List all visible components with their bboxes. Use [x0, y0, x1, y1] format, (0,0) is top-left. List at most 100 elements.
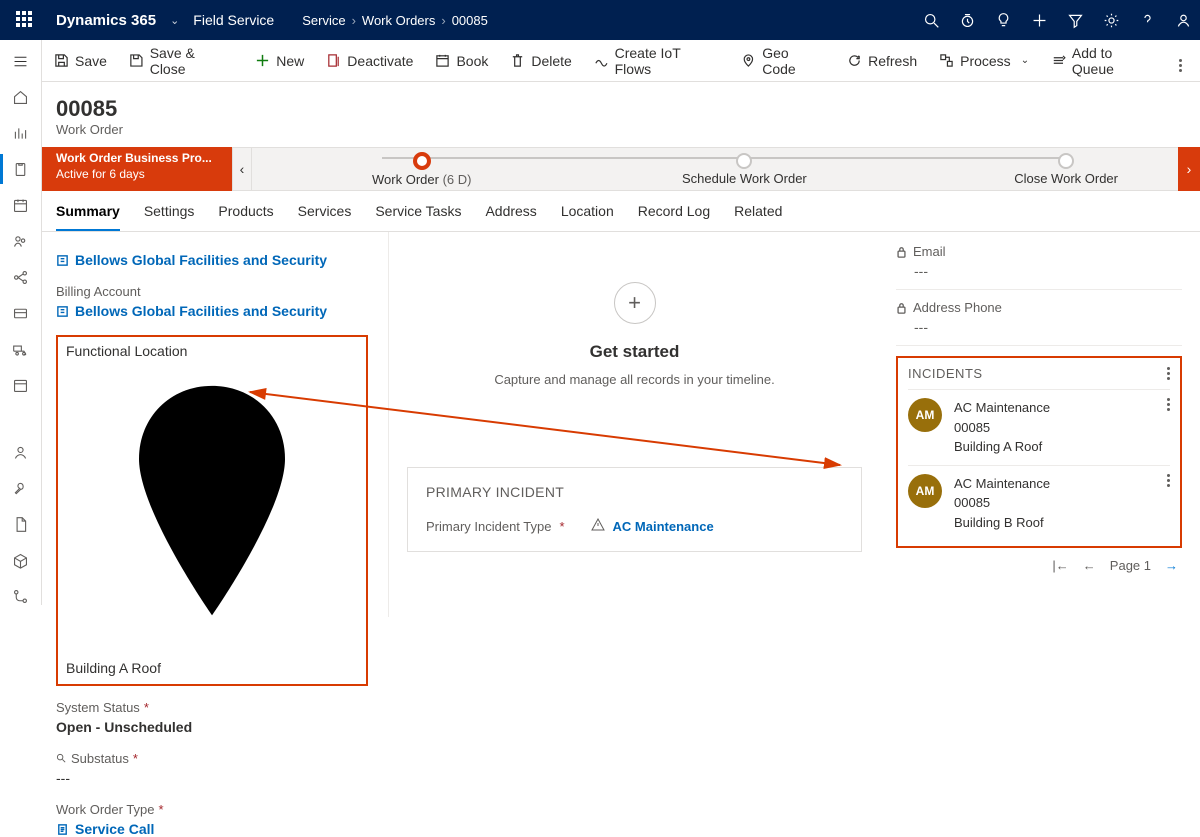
tab-summary[interactable]: Summary	[56, 203, 120, 231]
system-status-value[interactable]: Open - Unscheduled	[56, 715, 368, 735]
command-bar: Save Save & Close New Deactivate Book De…	[0, 40, 1200, 82]
tab-related[interactable]: Related	[734, 203, 782, 231]
user-icon[interactable]	[12, 443, 30, 461]
pager-next-button[interactable]: →	[1165, 558, 1178, 573]
pager-first-button[interactable]: |←	[1052, 558, 1068, 573]
save-close-button[interactable]: Save & Close	[129, 45, 233, 77]
incidents-heading: INCIDENTS	[908, 366, 983, 381]
network-icon[interactable]	[12, 268, 30, 286]
incidents-more-button[interactable]	[1167, 367, 1170, 380]
route-icon[interactable]	[12, 587, 30, 605]
timeline-column: + Get started Capture and manage all rec…	[389, 232, 880, 617]
bpf-collapse-button[interactable]: ‹	[232, 147, 252, 191]
help-icon[interactable]	[1138, 11, 1156, 29]
queue-button[interactable]: Add to Queue	[1051, 45, 1157, 77]
home-icon[interactable]	[12, 88, 30, 106]
tab-record-log[interactable]: Record Log	[638, 203, 710, 231]
service-account-link[interactable]: Bellows Global Facilities and Security	[56, 248, 368, 268]
tab-services[interactable]: Services	[298, 203, 352, 231]
bpf-expand-button[interactable]: ›	[1178, 147, 1200, 191]
primary-incident-section: PRIMARY INCIDENT Primary Incident Type *…	[407, 467, 862, 552]
deactivate-button[interactable]: Deactivate	[326, 53, 413, 69]
incident-row[interactable]: AM AC Maintenance 00085 Building B Roof	[908, 465, 1170, 541]
primary-incident-type-link[interactable]: AC Maintenance	[613, 519, 714, 534]
incident-row[interactable]: AM AC Maintenance 00085 Building A Roof	[908, 389, 1170, 465]
truck-icon[interactable]	[12, 340, 30, 358]
geocode-button[interactable]: Geo Code	[741, 45, 825, 77]
clipboard-icon[interactable]	[12, 160, 30, 178]
primary-incident-heading: PRIMARY INCIDENT	[426, 484, 843, 500]
timer-icon[interactable]	[958, 11, 976, 29]
save-button[interactable]: Save	[54, 53, 107, 69]
incidents-panel: INCIDENTS AM AC Maintenance 00085 Buildi…	[896, 356, 1182, 548]
schedule-icon[interactable]	[12, 376, 30, 394]
form-tabs: Summary Settings Products Services Servi…	[0, 191, 1200, 232]
incident-more-button[interactable]	[1167, 398, 1170, 411]
work-order-type-link[interactable]: Service Call	[56, 817, 368, 837]
process-button[interactable]: Process⌄	[939, 53, 1029, 69]
record-header: 00085 Work Order	[0, 82, 1200, 147]
bpf-stage-close[interactable]: Close Work Order	[1014, 153, 1118, 186]
box-icon[interactable]	[12, 551, 30, 569]
sitemap-rail	[0, 40, 42, 605]
iot-button[interactable]: Create IoT Flows	[594, 45, 720, 77]
avatar: AM	[908, 474, 942, 508]
email-value: ---	[896, 259, 1182, 290]
breadcrumb-item[interactable]: 00085	[452, 13, 488, 28]
chevron-down-icon[interactable]: ⌄	[170, 14, 179, 27]
more-commands-button[interactable]	[1179, 49, 1182, 72]
summary-left-column: Bellows Global Facilities and Security B…	[42, 232, 389, 617]
tab-address[interactable]: Address	[485, 203, 536, 231]
substatus-value[interactable]: ---	[56, 766, 368, 786]
email-label: Email	[896, 244, 1182, 259]
work-order-type-label: Work Order Type*	[56, 802, 368, 817]
pager: |← ← Page 1 →	[896, 548, 1182, 573]
calendar-icon[interactable]	[12, 196, 30, 214]
bpf-stage-work-order[interactable]: Work Order (6 D)	[372, 152, 471, 187]
tab-products[interactable]: Products	[218, 203, 273, 231]
book-button[interactable]: Book	[435, 53, 488, 69]
gear-icon[interactable]	[1102, 11, 1120, 29]
tab-location[interactable]: Location	[561, 203, 614, 231]
bpf-stage-schedule[interactable]: Schedule Work Order	[682, 153, 807, 186]
avatar: AM	[908, 398, 942, 432]
breadcrumb-item[interactable]: Service	[302, 13, 345, 28]
breadcrumb: Service › Work Orders › 00085	[302, 13, 488, 28]
brand-label[interactable]: Dynamics 365	[56, 12, 156, 29]
warning-icon	[591, 518, 605, 535]
delete-button[interactable]: Delete	[510, 53, 571, 69]
functional-location-highlight: Functional Location Building A Roof	[56, 335, 368, 686]
lightbulb-icon[interactable]	[994, 11, 1012, 29]
bpf-flag[interactable]: Work Order Business Pro... Active for 6 …	[42, 147, 232, 191]
record-title: 00085	[56, 96, 1200, 122]
filter-icon[interactable]	[1066, 11, 1084, 29]
card-icon[interactable]	[12, 304, 30, 322]
search-icon[interactable]	[922, 11, 940, 29]
functional-location-label: Functional Location	[66, 343, 358, 359]
breadcrumb-item[interactable]: Work Orders	[362, 13, 435, 28]
primary-incident-type-label: Primary Incident Type	[426, 519, 551, 534]
pager-prev-button[interactable]: ←	[1083, 558, 1096, 573]
substatus-label: Substatus*	[56, 751, 368, 766]
app-launcher-icon[interactable]	[16, 11, 34, 29]
entity-name: Work Order	[56, 122, 1200, 137]
form-body: Bellows Global Facilities and Security B…	[42, 232, 1200, 617]
people-icon[interactable]	[12, 232, 30, 250]
refresh-button[interactable]: Refresh	[847, 53, 917, 69]
billing-account-link[interactable]: Bellows Global Facilities and Security	[56, 299, 368, 319]
billing-account-label: Billing Account	[56, 284, 368, 299]
functional-location-link[interactable]: Building A Roof	[66, 365, 358, 676]
app-name[interactable]: Field Service	[193, 12, 274, 28]
tab-settings[interactable]: Settings	[144, 203, 195, 231]
hamburger-icon[interactable]	[12, 52, 30, 70]
timeline-add-button[interactable]: +	[614, 282, 656, 324]
new-button[interactable]: New	[255, 53, 304, 69]
wrench-icon[interactable]	[12, 479, 30, 497]
tab-service-tasks[interactable]: Service Tasks	[375, 203, 461, 231]
plus-icon[interactable]	[1030, 11, 1048, 29]
address-phone-label: Address Phone	[896, 300, 1182, 315]
document-icon[interactable]	[12, 515, 30, 533]
incident-more-button[interactable]	[1167, 474, 1170, 487]
person-icon[interactable]	[1174, 11, 1192, 29]
chart-icon[interactable]	[12, 124, 30, 142]
